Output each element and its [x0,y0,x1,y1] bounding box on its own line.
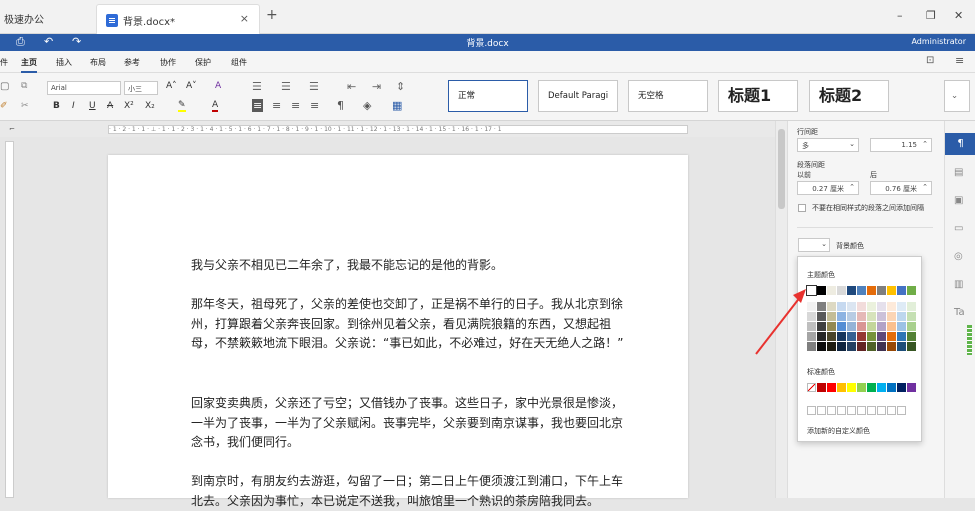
arrow-head [793,289,806,303]
annotation-arrow [755,289,806,355]
arrow-shaft [755,295,802,355]
